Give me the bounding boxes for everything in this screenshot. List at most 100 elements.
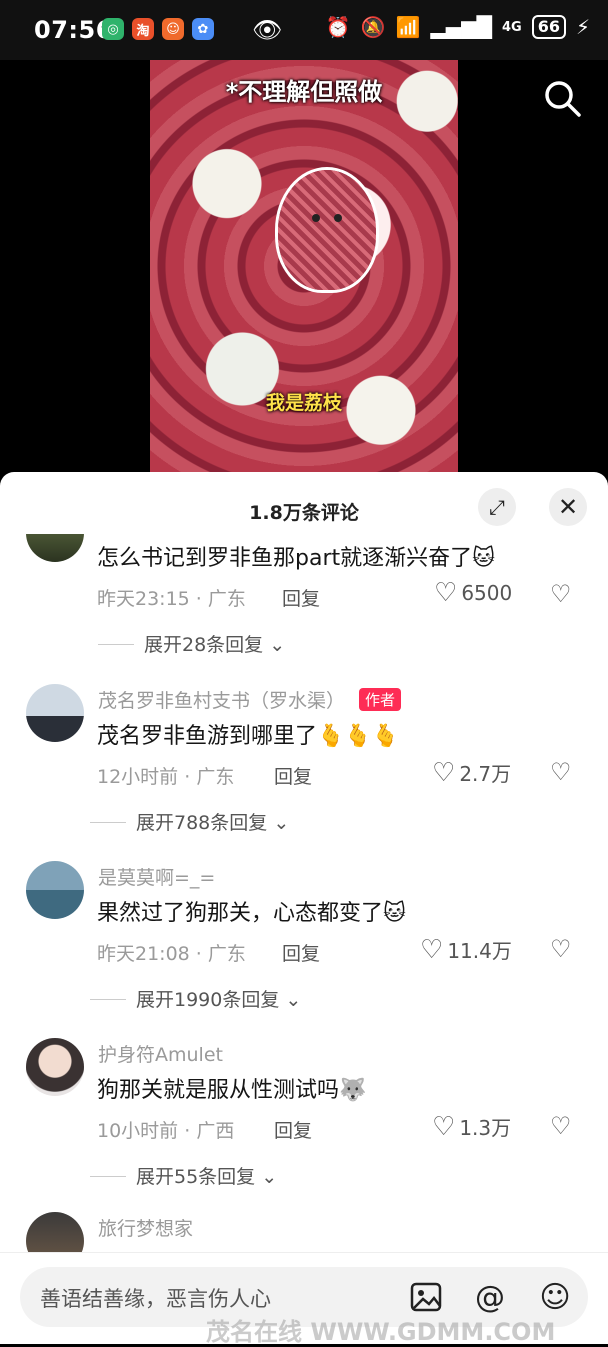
- like-button[interactable]: ♡ 2.7万: [432, 758, 511, 787]
- expand-replies[interactable]: 展开1990条回复 ⌄: [90, 985, 301, 1012]
- divider: [98, 644, 134, 645]
- reply-button[interactable]: 回复: [274, 1116, 312, 1143]
- chevron-down-icon: ⌄: [269, 634, 286, 656]
- comment-body: 茂名罗非鱼游到哪里了: [97, 724, 318, 749]
- wifi-icon: 📶: [395, 15, 421, 39]
- comment-username[interactable]: 是莫莫啊=_=: [98, 863, 215, 890]
- heart-icon: ♡: [432, 1111, 456, 1142]
- alarm-icon: ⏰: [325, 15, 351, 39]
- comment-time: 10小时前: [97, 1120, 179, 1142]
- comment-text[interactable]: 果然过了狗那关，心态都变了🐱: [97, 895, 406, 927]
- app-notification-icon: ◎: [102, 18, 124, 40]
- like-button[interactable]: ♡ 1.3万: [432, 1112, 511, 1141]
- heart-icon: ♡: [434, 578, 458, 608]
- comment-location: 广东: [196, 766, 235, 788]
- emoji-icon[interactable]: ☺: [535, 1277, 575, 1317]
- username-text: 茂名罗非鱼村支书（罗水渠）: [98, 690, 346, 712]
- expand-replies[interactable]: 展开788条回复 ⌄: [90, 808, 289, 835]
- comment-username[interactable]: 茂名罗非鱼村支书（罗水渠） 作者: [98, 686, 402, 713]
- signal-icon: ▂▄▆█: [430, 15, 492, 39]
- system-status-icons: ⏰ 🔕 📶 ▂▄▆█ 4G 66 ⚡: [326, 15, 590, 39]
- comment-text[interactable]: 狗那关就是服从性测试吗🐺: [97, 1072, 366, 1104]
- mute-icon: 🔕: [360, 15, 386, 39]
- comment-location: 广东: [207, 943, 246, 965]
- expand-icon: ⤢: [489, 495, 505, 519]
- reply-button[interactable]: 回复: [282, 939, 320, 966]
- divider: [90, 822, 126, 823]
- comment-meta: 昨天21:08 · 广东: [97, 943, 246, 965]
- network-label: 4G: [501, 19, 522, 35]
- like-count: 1.3万: [459, 1116, 512, 1140]
- eye-dot: [334, 214, 342, 222]
- lychee-character: [278, 170, 376, 290]
- charging-icon: ⚡: [575, 15, 590, 39]
- avatar[interactable]: [26, 534, 84, 562]
- comment-meta: 10小时前 · 广西: [97, 1120, 235, 1142]
- comment-time: 昨天21:08: [97, 943, 190, 965]
- expand-replies-label: 展开28条回复: [144, 634, 264, 656]
- avatar[interactable]: [26, 1038, 84, 1096]
- like-count: 11.4万: [447, 939, 512, 963]
- video-caption-bottom: 我是荔枝: [265, 392, 342, 414]
- divider: [90, 1176, 126, 1177]
- close-icon: ✕: [557, 493, 579, 521]
- author-badge: 作者: [359, 688, 402, 711]
- expand-sheet-button[interactable]: ⤢: [478, 488, 516, 526]
- expand-replies-label: 展开1990条回复: [136, 989, 280, 1011]
- dislike-icon[interactable]: ♡: [550, 935, 572, 963]
- like-count: 2.7万: [459, 762, 512, 786]
- avatar[interactable]: [26, 684, 84, 742]
- eye-icon: 👁: [252, 16, 283, 44]
- heart-icon: ♡: [432, 757, 456, 788]
- comment-text[interactable]: 怎么书记到罗非鱼那part就逐渐兴奋了🐱: [97, 540, 495, 572]
- comment-username[interactable]: 护身符Amulet: [98, 1040, 223, 1067]
- expand-replies[interactable]: 展开28条回复 ⌄: [98, 630, 285, 657]
- eye-dot: [312, 214, 320, 222]
- comments-count-title: 1.8万条评论: [249, 502, 359, 524]
- comment-time: 昨天23:15: [97, 588, 190, 610]
- expand-replies-label: 展开788条回复: [136, 812, 268, 834]
- image-icon[interactable]: [406, 1277, 446, 1317]
- battery-indicator: 66: [531, 15, 566, 39]
- emoji: 🐱: [383, 901, 406, 926]
- like-button[interactable]: ♡ 11.4万: [420, 935, 512, 964]
- dislike-icon[interactable]: ♡: [550, 1112, 572, 1140]
- emoji: 🐺: [339, 1078, 367, 1103]
- app-notification-icon: ☺: [162, 18, 184, 40]
- heart-icon: ♡: [420, 934, 444, 965]
- comment-username[interactable]: 旅行梦想家: [98, 1214, 193, 1241]
- comment-list[interactable]: 怎么书记到罗非鱼那part就逐渐兴奋了🐱 昨天23:15 · 广东 回复 ♡ 6…: [0, 534, 608, 1252]
- notification-icons: ◎ 淘 ☺ ✿: [102, 18, 214, 40]
- comment-meta: 昨天23:15 · 广东: [97, 588, 246, 610]
- expand-replies[interactable]: 展开55条回复 ⌄: [90, 1162, 277, 1189]
- search-icon[interactable]: [542, 78, 582, 118]
- comment-body: 狗那关就是服从性测试吗: [97, 1078, 340, 1103]
- like-button[interactable]: ♡ 6500: [434, 580, 512, 606]
- comment-location: 广东: [207, 588, 246, 610]
- avatar[interactable]: [26, 1212, 84, 1252]
- dislike-icon[interactable]: ♡: [550, 758, 572, 786]
- comment-location: 广西: [196, 1120, 235, 1142]
- comment-body: 怎么书记到罗非鱼那part就逐渐兴奋了: [97, 546, 473, 571]
- reply-button[interactable]: 回复: [274, 762, 312, 789]
- comment-body: 果然过了狗那关，心态都变了: [97, 901, 384, 926]
- input-placeholder: 善语结善缘，恶言伤人心: [40, 1287, 271, 1311]
- comment-meta: 12小时前 · 广东: [97, 766, 235, 788]
- divider: [90, 999, 126, 1000]
- reply-button[interactable]: 回复: [282, 584, 320, 611]
- close-button[interactable]: ✕: [549, 488, 587, 526]
- dislike-icon[interactable]: ♡: [550, 580, 572, 608]
- video-frame[interactable]: *不理解但照做 我是荔枝: [150, 60, 458, 472]
- comment-text[interactable]: 茂名罗非鱼游到哪里了🫰🫰🫰: [97, 718, 399, 750]
- comments-sheet: 1.8万条评论 ⤢ ✕ 怎么书记到罗非鱼那part就逐渐兴奋了🐱 昨天23:15…: [0, 472, 608, 1344]
- chevron-down-icon: ⌄: [285, 989, 302, 1011]
- emoji: 🐱: [472, 546, 496, 571]
- avatar[interactable]: [26, 861, 84, 919]
- mention-icon[interactable]: @: [470, 1277, 510, 1317]
- like-count: 6500: [461, 581, 513, 605]
- status-bar: 07:56 ◎ 淘 ☺ ✿ 👁 ⏰ 🔕 📶 ▂▄▆█ 4G 66 ⚡: [0, 0, 608, 60]
- comment-time: 12小时前: [97, 766, 179, 788]
- emoji: 🫰🫰🫰: [317, 724, 400, 749]
- expand-replies-label: 展开55条回复: [136, 1166, 256, 1188]
- video-player[interactable]: *不理解但照做 我是荔枝: [0, 60, 608, 472]
